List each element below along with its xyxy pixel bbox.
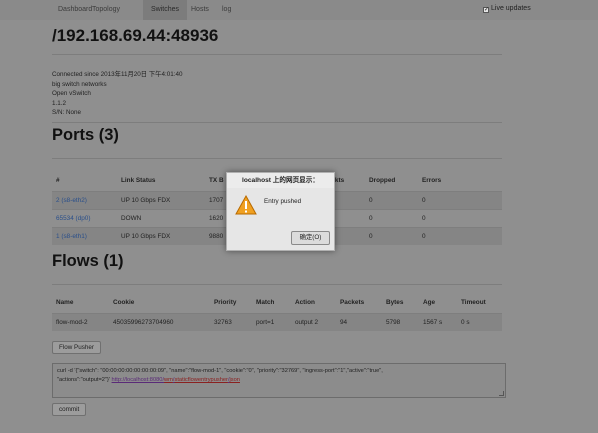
- curl-line-2: "actions":"output=2"}' http://localhost:…: [57, 376, 501, 385]
- cell: 0: [365, 208, 418, 227]
- manufacturer: big switch networks: [52, 80, 107, 88]
- checkbox-icon[interactable]: ✓: [483, 7, 489, 13]
- cell: UP 10 Gbps FDX: [117, 226, 205, 245]
- cell: 32763: [210, 312, 252, 331]
- col-age: Age: [423, 298, 436, 306]
- ports-heading: Ports (3): [52, 126, 119, 144]
- col-cookie: Cookie: [113, 298, 135, 306]
- col-name: Name: [56, 298, 74, 306]
- nav-log[interactable]: log: [214, 0, 239, 20]
- port-link[interactable]: 2 (s8-eth2): [56, 197, 87, 204]
- col-link-status: Link Status: [121, 176, 156, 184]
- divider: [52, 158, 502, 159]
- cell: 0: [418, 208, 502, 227]
- warning-icon: [235, 195, 257, 215]
- table-row: flow-mod-2 45035996273704960 32763 port=…: [52, 312, 502, 331]
- software: Open vSwitch: [52, 90, 91, 98]
- cell: output 2: [291, 312, 336, 331]
- ok-button[interactable]: 确定(O): [291, 231, 330, 245]
- nav-switches[interactable]: Switches: [143, 0, 188, 20]
- alert-dialog: localhost 上的网页显示： Entry pushed 确定(O): [226, 172, 335, 251]
- curl-actions: "actions":"output=2"}': [57, 377, 112, 383]
- flows-table: Name Cookie Priority Match Action Packet…: [52, 292, 502, 331]
- cell: 5798: [382, 312, 419, 331]
- cell: 0: [418, 190, 502, 209]
- col-timeout: Timeout: [461, 298, 486, 306]
- col-action: Action: [295, 298, 315, 306]
- col-match: Match: [256, 298, 275, 306]
- col-bytes: Bytes: [386, 298, 404, 306]
- serial-number: S/N: None: [52, 109, 82, 117]
- col-packets: Packets: [340, 298, 365, 306]
- cell: 0: [418, 226, 502, 245]
- cell: flow-mod-2: [52, 312, 109, 331]
- curl-url-wm: wm: [164, 377, 173, 383]
- divider: [52, 54, 502, 55]
- flow-pusher-button[interactable]: Flow Pusher: [52, 341, 101, 354]
- cell: 1567 s: [419, 312, 457, 331]
- col-priority: Priority: [214, 298, 237, 306]
- table-header: Name Cookie Priority Match Action Packet…: [52, 292, 502, 313]
- cell: UP 10 Gbps FDX: [117, 190, 205, 209]
- live-updates-label: Live updates: [491, 5, 531, 12]
- curl-command-textarea[interactable]: curl -d '{"switch": "00:00:00:00:00:00:0…: [52, 363, 506, 398]
- flows-heading: Flows (1): [52, 252, 124, 270]
- dialog-title: localhost 上的网页显示：: [227, 173, 334, 188]
- navbar: Dashboard Topology Switches Hosts log ✓ L…: [0, 0, 598, 20]
- curl-line-1: curl -d '{"switch": "00:00:00:00:00:00:0…: [57, 368, 383, 374]
- curl-url-pusher: staticflowentrypusher: [174, 377, 228, 383]
- live-updates-toggle[interactable]: ✓ Live updates: [483, 5, 531, 13]
- dialog-message: Entry pushed: [264, 198, 302, 205]
- cell: 45035996273704960: [109, 312, 210, 331]
- resize-handle-icon[interactable]: [499, 391, 504, 396]
- col-errors: Errors: [422, 176, 442, 184]
- cell: 0: [365, 190, 418, 209]
- curl-url-host: http://localhost:8080/: [111, 377, 165, 383]
- curl-url-json: json: [229, 377, 240, 383]
- cell: 0: [365, 226, 418, 245]
- divider: [52, 284, 502, 285]
- connected-since: Connected since 2013年11月20日 下午4:01:40: [52, 71, 183, 78]
- cell: DOWN: [117, 208, 205, 227]
- nav-hosts[interactable]: Hosts: [183, 0, 217, 20]
- cell: 0 s: [457, 312, 502, 331]
- cell: port=1: [252, 312, 291, 331]
- cell: 94: [336, 312, 382, 331]
- port-link[interactable]: 1 (s8-eth1): [56, 233, 87, 240]
- version: 1.1.2: [52, 99, 67, 107]
- nav-topology[interactable]: Topology: [84, 0, 128, 20]
- col-number: #: [56, 176, 60, 184]
- divider: [52, 122, 502, 123]
- col-dropped: Dropped: [369, 176, 396, 184]
- page-title: /192.168.69.44:48936: [52, 26, 219, 45]
- port-link[interactable]: 65534 (dp0): [56, 215, 90, 222]
- switch-info: Connected since 2013年11月20日 下午4:01:40 bi…: [52, 70, 182, 118]
- commit-button[interactable]: commit: [52, 403, 87, 416]
